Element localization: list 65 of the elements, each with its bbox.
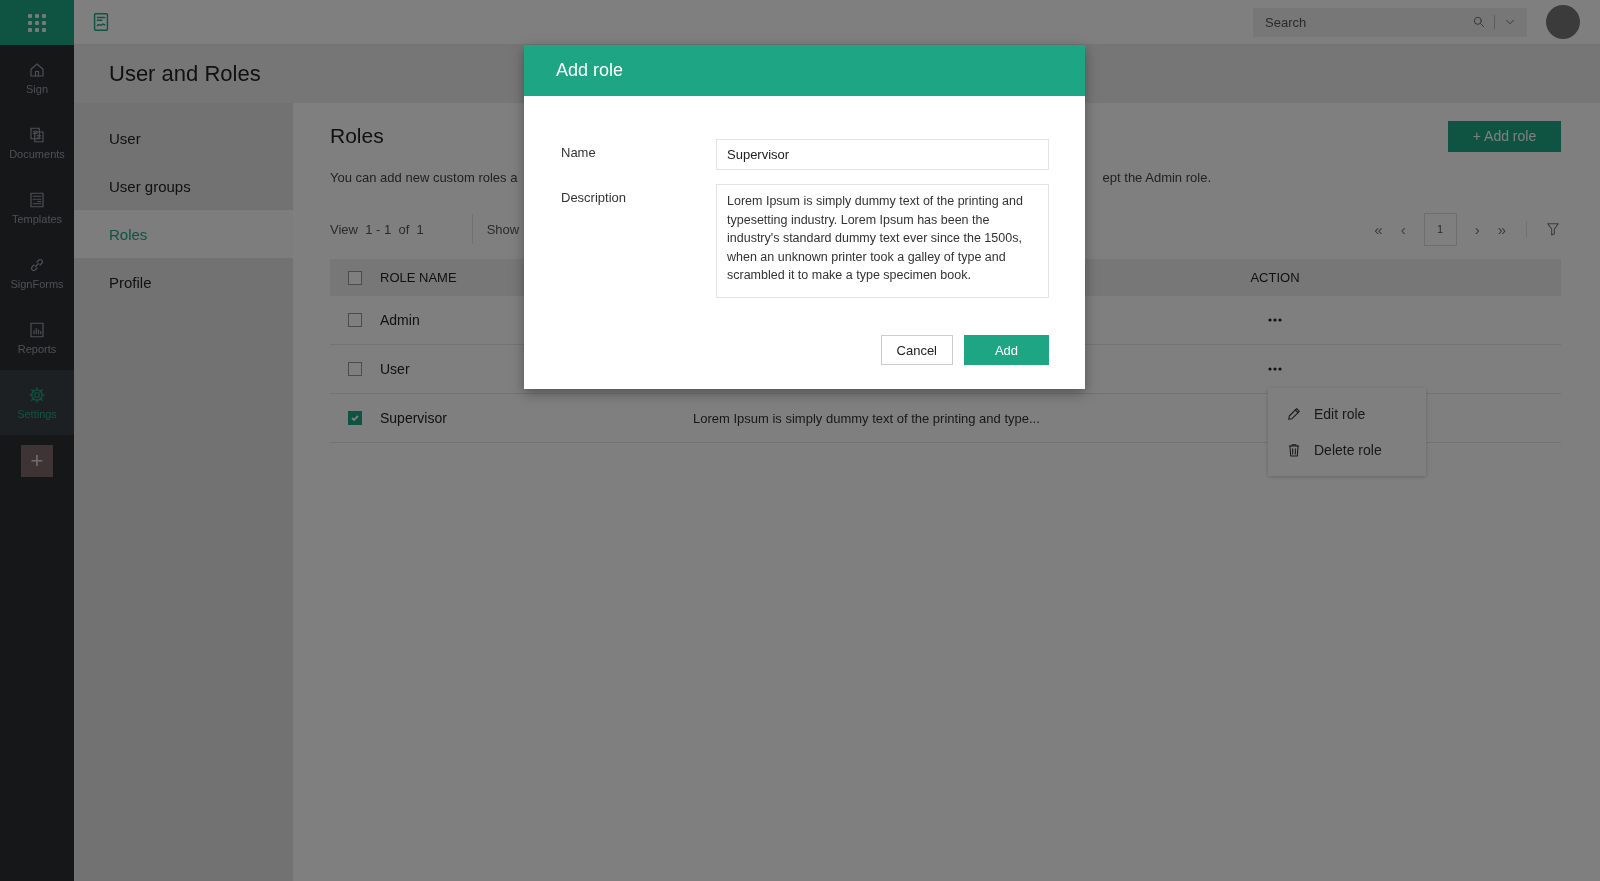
grid-icon — [28, 13, 46, 32]
section-title: Roles — [330, 124, 384, 148]
checkbox[interactable] — [348, 313, 362, 327]
rail-item[interactable]: Documents — [0, 110, 74, 175]
column-header: ACTION — [1250, 270, 1300, 285]
search-input[interactable]: Search — [1263, 13, 1464, 31]
template-icon — [28, 190, 46, 209]
role-description: Lorem Ipsum is simply dummy text of the printing and type... — [693, 410, 1041, 426]
settings-icon — [28, 385, 46, 404]
description-input[interactable]: Lorem Ipsum is simply dummy text of the printing and typesetting industry. Lorem Ipsum has been the industry's standard dummy text ever since the 1500s, when an unknown printer took a galley of type and scrambled it to make a type specimen book. — [716, 184, 1049, 298]
rail-label: Reports — [17, 342, 57, 355]
field-label: Description — [561, 189, 628, 207]
rail-item[interactable]: SignForms — [0, 240, 74, 305]
add-button[interactable]: + — [21, 445, 53, 477]
submenu-item[interactable]: Roles — [74, 210, 293, 258]
ellipsis-icon — [1268, 318, 1282, 322]
name-input[interactable]: Supervisor — [716, 139, 1049, 170]
next-page-button[interactable]: › — [1474, 220, 1480, 238]
checkbox[interactable] — [348, 411, 362, 425]
submenu-item[interactable]: User — [74, 114, 293, 162]
previous-page-button[interactable]: ‹ — [1400, 220, 1406, 238]
more-button[interactable] — [1268, 367, 1282, 371]
search-icon — [1472, 15, 1486, 29]
rail-item[interactable]: Templates — [0, 175, 74, 240]
filter-button[interactable] — [1526, 221, 1561, 237]
add-button[interactable]: Add — [964, 335, 1049, 365]
search-bar[interactable]: Search — [1253, 7, 1527, 37]
menu-item[interactable]: Edit role — [1268, 396, 1426, 432]
page-number[interactable]: 1 — [1423, 212, 1457, 246]
rail-label: Templates — [11, 212, 63, 225]
dialog-title: Add role — [556, 60, 624, 81]
rail-item[interactable]: Reports — [0, 305, 74, 370]
cancel-button[interactable]: Cancel — [880, 335, 953, 365]
page-title: User and Roles — [109, 61, 261, 87]
view-count: View 1 - 1 of 1 — [330, 221, 424, 237]
submenu-item[interactable]: Profile — [74, 258, 293, 306]
bar-chart-icon — [28, 320, 46, 339]
filter-icon — [1545, 221, 1561, 237]
rail-label: SignForms — [10, 277, 64, 290]
avatar[interactable] — [1546, 5, 1580, 39]
pencil-icon — [1286, 406, 1302, 422]
role-name: Supervisor — [380, 410, 448, 426]
more-button[interactable] — [1268, 318, 1282, 322]
last-page-button[interactable]: » — [1497, 220, 1506, 238]
intro-text: You can add new custom roles a — [330, 170, 518, 185]
documents-icon — [28, 125, 46, 144]
role-name: User — [380, 361, 411, 377]
check-icon — [350, 413, 360, 423]
intro-text: ept the Admin role. — [1102, 170, 1211, 185]
field-label: Name — [561, 144, 597, 162]
first-page-button[interactable]: « — [1374, 220, 1383, 238]
checkbox[interactable] — [348, 270, 362, 285]
column-header: ROLE NAME — [380, 270, 458, 285]
add-role-button[interactable]: + Add role — [1448, 120, 1561, 152]
rail-label: Sign — [26, 82, 48, 95]
checkbox[interactable] — [348, 362, 362, 376]
role-name: Admin — [380, 312, 421, 328]
apps-grid-button[interactable] — [0, 0, 74, 45]
show-label: Show — [486, 221, 520, 237]
trash-icon — [1286, 442, 1302, 458]
rail-item[interactable]: Sign — [0, 45, 74, 110]
submenu-item[interactable]: User groups — [74, 162, 293, 210]
ellipsis-icon — [1268, 367, 1282, 371]
rail-label: Documents — [9, 147, 65, 160]
menu-item[interactable]: Delete role — [1268, 432, 1426, 468]
